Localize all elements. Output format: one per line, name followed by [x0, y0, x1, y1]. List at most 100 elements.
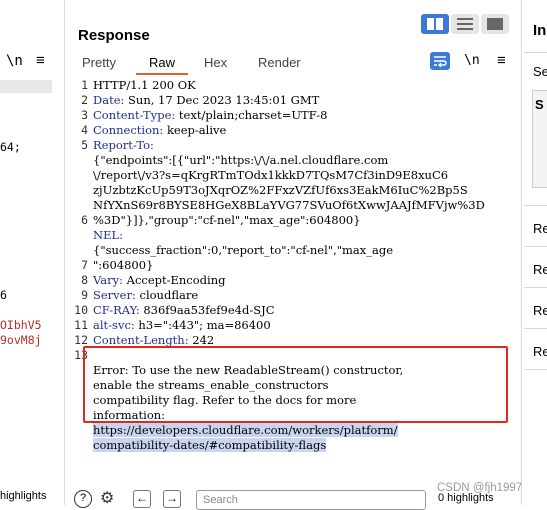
code-line: NEL: — [93, 228, 503, 243]
settings-gear-icon[interactable]: ⚙ — [100, 488, 114, 508]
line-number: 3 — [81, 108, 88, 122]
layout-stacked-button[interactable] — [451, 14, 479, 34]
request-line — [0, 169, 60, 184]
request-line — [0, 154, 60, 169]
request-line — [0, 259, 60, 274]
selected-text: compatibility-dates/#compatibility-flags — [93, 438, 327, 452]
line-number: 10 — [74, 303, 88, 317]
code-line: ":604800} — [93, 258, 503, 273]
code-line: %3D"}]},"group":"cf-nel","max_age":60480… — [93, 213, 503, 228]
code-line: {"endpoints":[{"url":"https:\/\/a.nel.cl… — [93, 153, 503, 168]
header-value: {"success_fraction":0,"report_to":"cf-ne… — [93, 243, 394, 257]
request-line: 64; — [0, 139, 21, 154]
inspector-row-request-attributes[interactable]: Re — [533, 221, 547, 236]
header-value: Accept-Encoding — [122, 273, 226, 287]
line-number: 4 — [81, 123, 88, 137]
rows-icon — [457, 18, 473, 30]
header-value: keep-alive — [163, 123, 227, 137]
header-value: cloudflare — [135, 288, 199, 302]
request-line — [0, 229, 60, 244]
header-value: ":604800} — [93, 258, 154, 272]
inspector-box-label: S — [535, 97, 544, 112]
inspector-title: Inspector — [533, 22, 547, 39]
request-line — [0, 80, 60, 95]
request-line — [0, 214, 60, 229]
header-name: Content-Type: — [93, 108, 176, 122]
code-line: HTTP/1.1 200 OK — [93, 78, 503, 93]
header-name: Content-Length: — [93, 333, 189, 347]
inspector-row-selection[interactable]: Se — [533, 64, 547, 79]
inspector-separator — [524, 328, 547, 329]
help-icon[interactable]: ? — [74, 490, 92, 508]
tab-render[interactable]: Render — [258, 55, 301, 70]
code-line: https://developers.cloudflare.com/worker… — [93, 423, 503, 438]
search-next-button[interactable]: → — [163, 490, 181, 508]
wrap-icon — [434, 56, 447, 68]
header-name: Connection: — [93, 123, 164, 137]
line-number: 2 — [81, 93, 88, 107]
search-previous-button[interactable]: ← — [133, 490, 151, 508]
line-number — [74, 198, 88, 213]
inspector-separator — [524, 369, 547, 370]
layout-toggle-group — [421, 14, 509, 34]
word-wrap-toggle[interactable] — [430, 52, 450, 70]
line-number — [74, 228, 88, 243]
inspector-separator — [524, 52, 547, 53]
header-name: NEL: — [93, 228, 123, 242]
code-line: Date: Sun, 17 Dec 2023 13:45:01 GMT — [93, 93, 503, 108]
tab-raw[interactable]: Raw — [149, 55, 175, 70]
inspector-row-request-query[interactable]: Re — [533, 262, 547, 277]
request-newline-toggle[interactable]: \n — [6, 53, 23, 69]
error-highlight-box — [83, 346, 508, 423]
header-name: Date: — [93, 93, 125, 107]
columns-icon — [427, 18, 443, 30]
inspector-row-request-body[interactable]: Re — [533, 303, 547, 318]
layout-side-by-side-button[interactable] — [421, 14, 449, 34]
line-number: 9 — [81, 288, 88, 302]
response-newline-toggle[interactable]: \n — [464, 53, 480, 68]
request-line: 6 — [0, 288, 7, 303]
tab-pretty[interactable]: Pretty — [82, 55, 116, 70]
line-number — [74, 168, 88, 183]
line-number: 5 — [81, 138, 88, 152]
request-line — [0, 184, 60, 199]
line-number: 1 — [81, 78, 88, 92]
request-line — [0, 110, 60, 125]
request-line — [0, 274, 60, 289]
line-number — [74, 183, 88, 198]
response-menu-icon[interactable]: ≡ — [497, 52, 506, 69]
request-editor[interactable]: 64; 6 OIbhV5 9ovM8j — [0, 80, 60, 348]
header-name: Server: — [93, 288, 136, 302]
inspector-separator — [524, 246, 547, 247]
code-line: Vary: Accept-Encoding — [93, 273, 503, 288]
pane-divider-left[interactable] — [64, 0, 65, 505]
response-search-input[interactable]: Search — [196, 490, 426, 510]
line-number — [74, 153, 88, 168]
code-line: CF-RAY: 836f9aa53fef9e4d-SJC — [93, 303, 503, 318]
watermark: CSDN @fjh1997 — [437, 482, 523, 494]
header-value: NfYXnS69r8BYSE8HGeX8BLaYVG77SVuOf6tXwwJA… — [93, 198, 485, 212]
header-value: %3D"}]},"group":"cf-nel","max_age":60480… — [93, 213, 361, 227]
request-line — [0, 303, 60, 318]
request-line: OIbhV5 — [0, 318, 42, 333]
header-value: HTTP/1.1 200 OK — [93, 78, 196, 92]
inspector-row-response-headers[interactable]: Re — [533, 344, 547, 359]
request-line: 9ovM8j — [0, 333, 42, 348]
header-name: Vary: — [93, 273, 123, 287]
line-number: 11 — [74, 318, 88, 332]
code-line: zjUzbtzKcUp59T3oJXqrOZ%2FFxzVZfUf6xs3Eak… — [93, 183, 503, 198]
code-line: \/report\/v3?s=qKrgRTmTOdx1kkkD7TQsM7Cf3… — [93, 168, 503, 183]
response-editor[interactable]: 1 2 3 4 5 6 7 8 9 10 11 12 13 HTTP/1.1 200 OK Date: S… — [66, 78, 518, 483]
code-line: Server: cloudflare — [93, 288, 503, 303]
inspector-selection-box: S — [532, 90, 547, 188]
layout-single-button[interactable] — [481, 14, 509, 34]
pane-divider-right[interactable] — [521, 0, 522, 505]
response-pane: Response Pretty Raw Hex Render \n ≡ 1234… — [66, 0, 518, 510]
header-name: Report-To: — [93, 138, 154, 152]
request-menu-icon[interactable]: ≡ — [36, 52, 45, 69]
header-value: text/plain;charset=UTF-8 — [175, 108, 328, 122]
code-line: {"success_fraction":0,"report_to":"cf-ne… — [93, 243, 503, 258]
header-value: 242 — [188, 333, 215, 347]
inspector-separator — [524, 287, 547, 288]
tab-hex[interactable]: Hex — [204, 55, 227, 70]
